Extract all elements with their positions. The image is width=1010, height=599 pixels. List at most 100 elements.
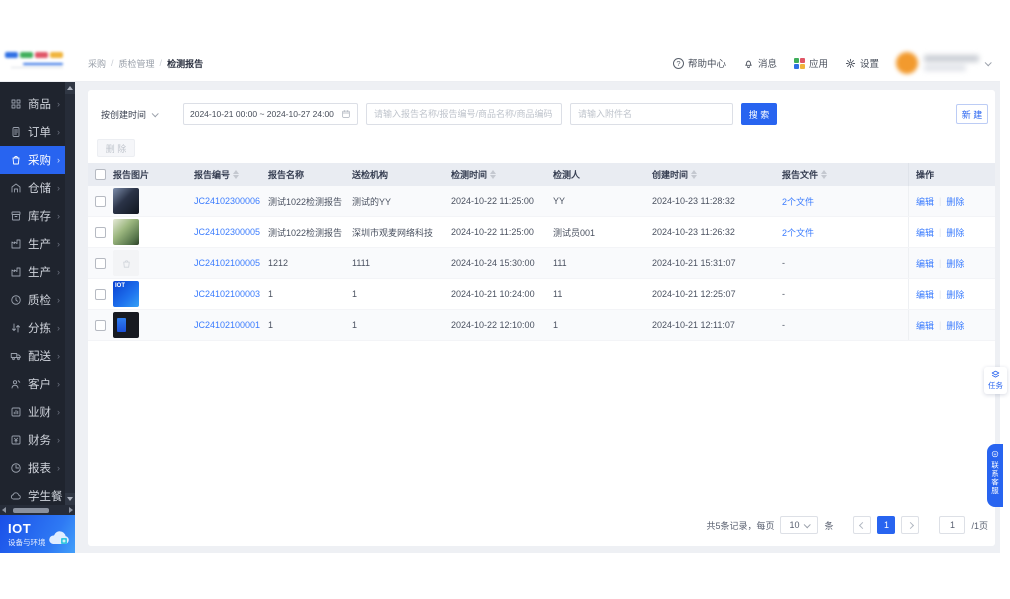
sort-icon[interactable] — [821, 170, 828, 179]
sidebar-item-production-2[interactable]: 生产 — [0, 258, 65, 286]
report-image-thumbnail[interactable]: IOT — [113, 281, 139, 307]
test-time: 2024-10-22 11:25:00 — [451, 196, 534, 206]
sidebar-item-orders[interactable]: 订单 — [0, 118, 65, 146]
create-button[interactable]: 新 建 — [956, 104, 988, 124]
topbar-actions: ? 帮助中心 消息 应用 设置 — [672, 52, 1000, 74]
report-image-thumbnail[interactable] — [113, 188, 139, 214]
truck-icon — [10, 353, 21, 361]
grid-icon — [11, 99, 21, 109]
logo-blurred-image — [5, 52, 69, 68]
agency: 测试的YY — [352, 196, 392, 207]
delete-link[interactable]: 删除 — [946, 226, 964, 239]
scroll-up-icon[interactable] — [65, 82, 75, 94]
sidebar-item-warehouse[interactable]: 仓储 — [0, 174, 65, 202]
test-time: 2024-10-21 10:24:00 — [451, 289, 535, 299]
column-report-number[interactable]: 报告编号 — [194, 168, 268, 181]
main-content: 按创建时间 2024-10-21 00:00 ~ 2024-10-27 24:0… — [75, 82, 1000, 553]
sidebar-item-reports[interactable]: 报表 — [0, 454, 65, 482]
unit-text: 条 — [824, 520, 834, 531]
column-test-time[interactable]: 检测时间 — [451, 168, 553, 181]
sidebar-item-procurement[interactable]: 采购 — [0, 146, 65, 174]
scrollbar-thumb[interactable] — [13, 507, 49, 513]
current-page-button[interactable]: 1 — [877, 516, 896, 534]
report-number-link[interactable]: JC24102100001 — [194, 320, 260, 330]
delete-link[interactable]: 删除 — [946, 257, 964, 270]
column-report-files[interactable]: 报告文件 — [782, 168, 908, 181]
report-number-link[interactable]: JC24102300006 — [194, 196, 260, 206]
row-checkbox[interactable] — [95, 226, 106, 238]
report-files-link[interactable]: 2个文件 — [782, 226, 814, 239]
next-page-button[interactable] — [901, 516, 920, 534]
scroll-right-icon[interactable] — [69, 507, 73, 513]
edit-link[interactable]: 编辑 — [916, 257, 934, 270]
column-created-time[interactable]: 创建时间 — [652, 168, 782, 181]
help-center-button[interactable]: ? 帮助中心 — [672, 56, 726, 70]
sidebar-item-inventory[interactable]: 库存 — [0, 202, 65, 230]
messages-button[interactable]: 消息 — [743, 56, 777, 70]
sort-icon[interactable] — [233, 170, 240, 179]
report-files-value: - — [782, 289, 785, 299]
report-number-link[interactable]: JC24102100003 — [194, 289, 260, 299]
sort-icon[interactable] — [691, 170, 698, 179]
edit-link[interactable]: 编辑 — [916, 288, 934, 301]
edit-link[interactable]: 编辑 — [916, 319, 934, 332]
date-range-input[interactable]: 2024-10-21 00:00 ~ 2024-10-27 24:00 — [183, 103, 358, 125]
batch-delete-button[interactable]: 删 除 — [97, 139, 135, 157]
page-size-select[interactable]: 10 — [780, 516, 819, 534]
report-files-link[interactable]: 2个文件 — [782, 195, 814, 208]
sidebar-item-business-finance[interactable]: 业财 — [0, 398, 65, 426]
report-files-value: - — [782, 258, 785, 268]
sidebar-scrollbar[interactable] — [65, 82, 75, 505]
sidebar-item-label: 生产 — [28, 267, 51, 279]
sidebar-item-label: 库存 — [28, 211, 51, 223]
apps-label: 应用 — [808, 59, 828, 70]
settings-button[interactable]: 设置 — [845, 56, 879, 70]
jump-page-input[interactable]: 1 — [939, 516, 966, 534]
report-number-link[interactable]: JC24102300005 — [194, 227, 260, 237]
row-checkbox[interactable] — [95, 257, 106, 269]
row-checkbox[interactable] — [95, 319, 106, 331]
user-account-menu[interactable] — [896, 52, 992, 74]
sidebar-item-delivery[interactable]: 配送 — [0, 342, 65, 370]
sidebar-item-finance[interactable]: 财务 — [0, 426, 65, 454]
apps-button[interactable]: 应用 — [793, 56, 828, 70]
sidebar-item-label: 配送 — [28, 351, 51, 363]
attachment-search-input[interactable] — [570, 103, 733, 125]
delete-link[interactable]: 删除 — [946, 319, 964, 332]
prev-page-button[interactable] — [853, 516, 872, 534]
chevron-left-icon — [858, 521, 867, 529]
factory-icon — [11, 239, 21, 249]
row-checkbox[interactable] — [95, 195, 106, 207]
customer-service-floating-button[interactable]: 联系客服 — [987, 444, 1003, 507]
tasks-floating-button[interactable]: 任务 — [984, 367, 1007, 394]
table-header: 报告图片 报告编号 报告名称 送检机构 检测时间 检测人 创建时间 报告文件 操… — [88, 163, 995, 186]
sidebar-item-production-1[interactable]: 生产 — [0, 230, 65, 258]
report-image-thumbnail[interactable] — [113, 250, 139, 276]
edit-link[interactable]: 编辑 — [916, 226, 934, 239]
sidebar-item-customers[interactable]: 客户 — [0, 370, 65, 398]
keyword-search-input[interactable] — [366, 103, 562, 125]
report-image-thumbnail[interactable] — [113, 219, 139, 245]
report-image-thumbnail[interactable] — [113, 312, 139, 338]
breadcrumb-separator: / — [159, 58, 163, 68]
sidebar-item-goods[interactable]: 商品 — [0, 90, 65, 118]
delete-link[interactable]: 删除 — [946, 288, 964, 301]
sidebar-item-sorting[interactable]: 分拣 — [0, 314, 65, 342]
sort-icon[interactable] — [490, 170, 497, 179]
time-type-dropdown[interactable]: 按创建时间 — [97, 103, 183, 125]
scroll-down-icon[interactable] — [65, 493, 75, 505]
report-number-link[interactable]: JC24102100005 — [194, 258, 260, 268]
delete-link[interactable]: 删除 — [946, 195, 964, 208]
breadcrumb-item[interactable]: 采购 — [88, 57, 106, 70]
sidebar-item-quality-check[interactable]: 质检 — [0, 286, 65, 314]
scroll-left-icon[interactable] — [2, 507, 6, 513]
select-all-checkbox[interactable] — [95, 169, 106, 180]
sidebar-item-label: 生产 — [28, 239, 51, 251]
breadcrumb-item[interactable]: 质检管理 — [119, 57, 155, 70]
iot-brand-panel[interactable]: IOT 设备与环境 — [0, 515, 75, 553]
edit-link[interactable]: 编辑 — [916, 195, 934, 208]
sidebar-horizontal-scrollbar[interactable] — [0, 505, 75, 515]
search-button[interactable]: 搜 索 — [741, 103, 777, 125]
tester: 测试员001 — [553, 227, 596, 238]
row-checkbox[interactable] — [95, 288, 106, 300]
